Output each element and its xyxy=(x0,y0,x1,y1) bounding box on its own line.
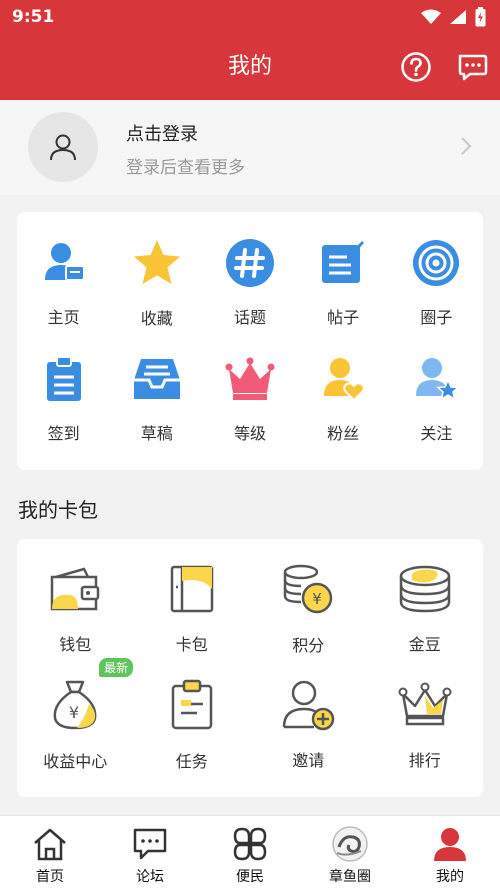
coins-yen-icon: ¥ xyxy=(284,564,333,614)
card-item-cardholder[interactable]: 卡包 xyxy=(134,539,251,655)
person-outline-icon xyxy=(50,134,76,161)
card-label: 金豆 xyxy=(408,635,441,654)
user-heart-icon xyxy=(324,357,365,401)
invite-user-icon xyxy=(283,680,335,730)
profile-icon xyxy=(434,828,466,861)
card-label: 排行 xyxy=(408,751,441,770)
battery-icon xyxy=(475,6,486,26)
card-item-invite[interactable]: 邀请 xyxy=(250,655,367,771)
menu-label: 草稿 xyxy=(140,424,173,443)
wallet-icon xyxy=(51,567,100,610)
menu-item-favorites[interactable]: 收藏 xyxy=(110,212,203,328)
tab-label: 论坛 xyxy=(136,869,164,885)
tab-label: 章鱼圈 xyxy=(329,869,371,885)
help-button[interactable] xyxy=(400,51,432,83)
card-label: 任务 xyxy=(175,752,208,771)
tab-label: 我的 xyxy=(436,869,464,885)
star-icon xyxy=(133,240,180,284)
card-item-earnings[interactable]: 最新 ¥ 收益中心 xyxy=(17,655,134,771)
menu-item-home[interactable]: 主页 xyxy=(17,212,110,328)
tab-home[interactable]: 首页 xyxy=(0,816,100,888)
clipboard-icon xyxy=(46,355,81,401)
crown-icon xyxy=(225,357,275,400)
system-icons xyxy=(421,6,486,27)
tab-label: 便民 xyxy=(236,869,264,885)
login-subtitle: 登录后查看更多 xyxy=(126,158,245,178)
card-item-ranking[interactable]: 排行 xyxy=(367,655,484,771)
status-time: 9:51 xyxy=(12,6,55,27)
signal-icon xyxy=(450,9,466,24)
tab-octopus-circle[interactable]: 章鱼圈 xyxy=(300,816,400,888)
tab-forum[interactable]: 论坛 xyxy=(100,816,200,888)
svg-text:¥: ¥ xyxy=(69,703,79,722)
menu-item-drafts[interactable]: 草稿 xyxy=(110,328,203,444)
avatar[interactable] xyxy=(28,112,98,182)
app-header: 我的 xyxy=(0,33,500,100)
card-item-points[interactable]: ¥ 积分 xyxy=(250,539,367,655)
tab-label: 首页 xyxy=(36,869,64,885)
ranking-crown-icon xyxy=(398,682,452,725)
menu-label: 主页 xyxy=(47,308,80,327)
login-card[interactable]: 点击登录 登录后查看更多 xyxy=(0,100,500,195)
card-item-tasks[interactable]: 任务 xyxy=(134,655,251,771)
menu-label: 等级 xyxy=(233,424,266,443)
message-button[interactable] xyxy=(456,51,488,83)
tab-mine[interactable]: 我的 xyxy=(400,816,500,888)
login-title[interactable]: 点击登录 xyxy=(126,120,198,146)
menu-item-level[interactable]: 等级 xyxy=(203,328,296,444)
menu-label: 帖子 xyxy=(327,308,360,327)
wifi-icon xyxy=(421,9,441,24)
new-badge: 最新 xyxy=(99,658,134,677)
home-icon xyxy=(34,828,66,861)
card-item-golden-beans[interactable]: 金豆 xyxy=(367,539,484,655)
card-label: 收益中心 xyxy=(43,752,108,771)
menu-item-posts[interactable]: 帖子 xyxy=(297,212,390,328)
menu-label: 话题 xyxy=(233,308,266,327)
bottom-tab-bar: 首页 论坛 便民 章鱼圈 我的 xyxy=(0,815,500,888)
card-label: 卡包 xyxy=(175,635,208,654)
menu-item-checkin[interactable]: 签到 xyxy=(17,328,110,444)
target-circle-icon xyxy=(413,239,460,286)
menu-item-follow[interactable]: 关注 xyxy=(390,328,483,444)
menu-label: 收藏 xyxy=(140,309,173,328)
svg-text:¥: ¥ xyxy=(312,590,322,608)
card-label: 钱包 xyxy=(59,635,92,654)
card-label: 邀请 xyxy=(292,751,325,770)
user-card-icon xyxy=(44,242,85,281)
hashtag-icon xyxy=(225,238,274,287)
message-icon xyxy=(458,54,488,81)
help-icon xyxy=(401,52,431,82)
money-bag-icon: ¥ xyxy=(53,680,97,730)
inbox-tray-icon xyxy=(133,358,180,399)
card-pack-panel: 钱包 卡包 ¥ 积分 金豆 最新 ¥ 收益中心 任务 邀请 排行 xyxy=(17,539,483,797)
menu-item-circles[interactable]: 圈子 xyxy=(390,212,483,328)
menu-label: 圈子 xyxy=(420,308,453,327)
menu-label: 粉丝 xyxy=(327,424,360,443)
coin-stack-icon xyxy=(399,565,450,612)
card-item-wallet[interactable]: 钱包 xyxy=(17,539,134,655)
menu-label: 签到 xyxy=(47,424,80,443)
user-star-icon xyxy=(416,357,460,401)
card-pack-title: 我的卡包 xyxy=(18,498,98,522)
clover-icon xyxy=(233,827,267,861)
chevron-right-icon xyxy=(461,137,472,155)
quick-menu-panel: 主页 收藏 话题 帖子 圈子 签到 草稿 等级 粉丝 关注 xyxy=(17,212,483,470)
edit-note-icon xyxy=(322,240,365,283)
task-clipboard-icon xyxy=(171,679,212,730)
card-label: 积分 xyxy=(292,636,325,655)
card-holder-icon xyxy=(170,565,213,612)
menu-label: 关注 xyxy=(420,424,453,443)
status-bar: 9:51 xyxy=(0,0,500,33)
menu-item-fans[interactable]: 粉丝 xyxy=(297,328,390,444)
tab-services[interactable]: 便民 xyxy=(200,816,300,888)
octopus-logo-icon xyxy=(332,826,368,862)
chat-icon xyxy=(133,828,167,860)
menu-item-topics[interactable]: 话题 xyxy=(203,212,296,328)
